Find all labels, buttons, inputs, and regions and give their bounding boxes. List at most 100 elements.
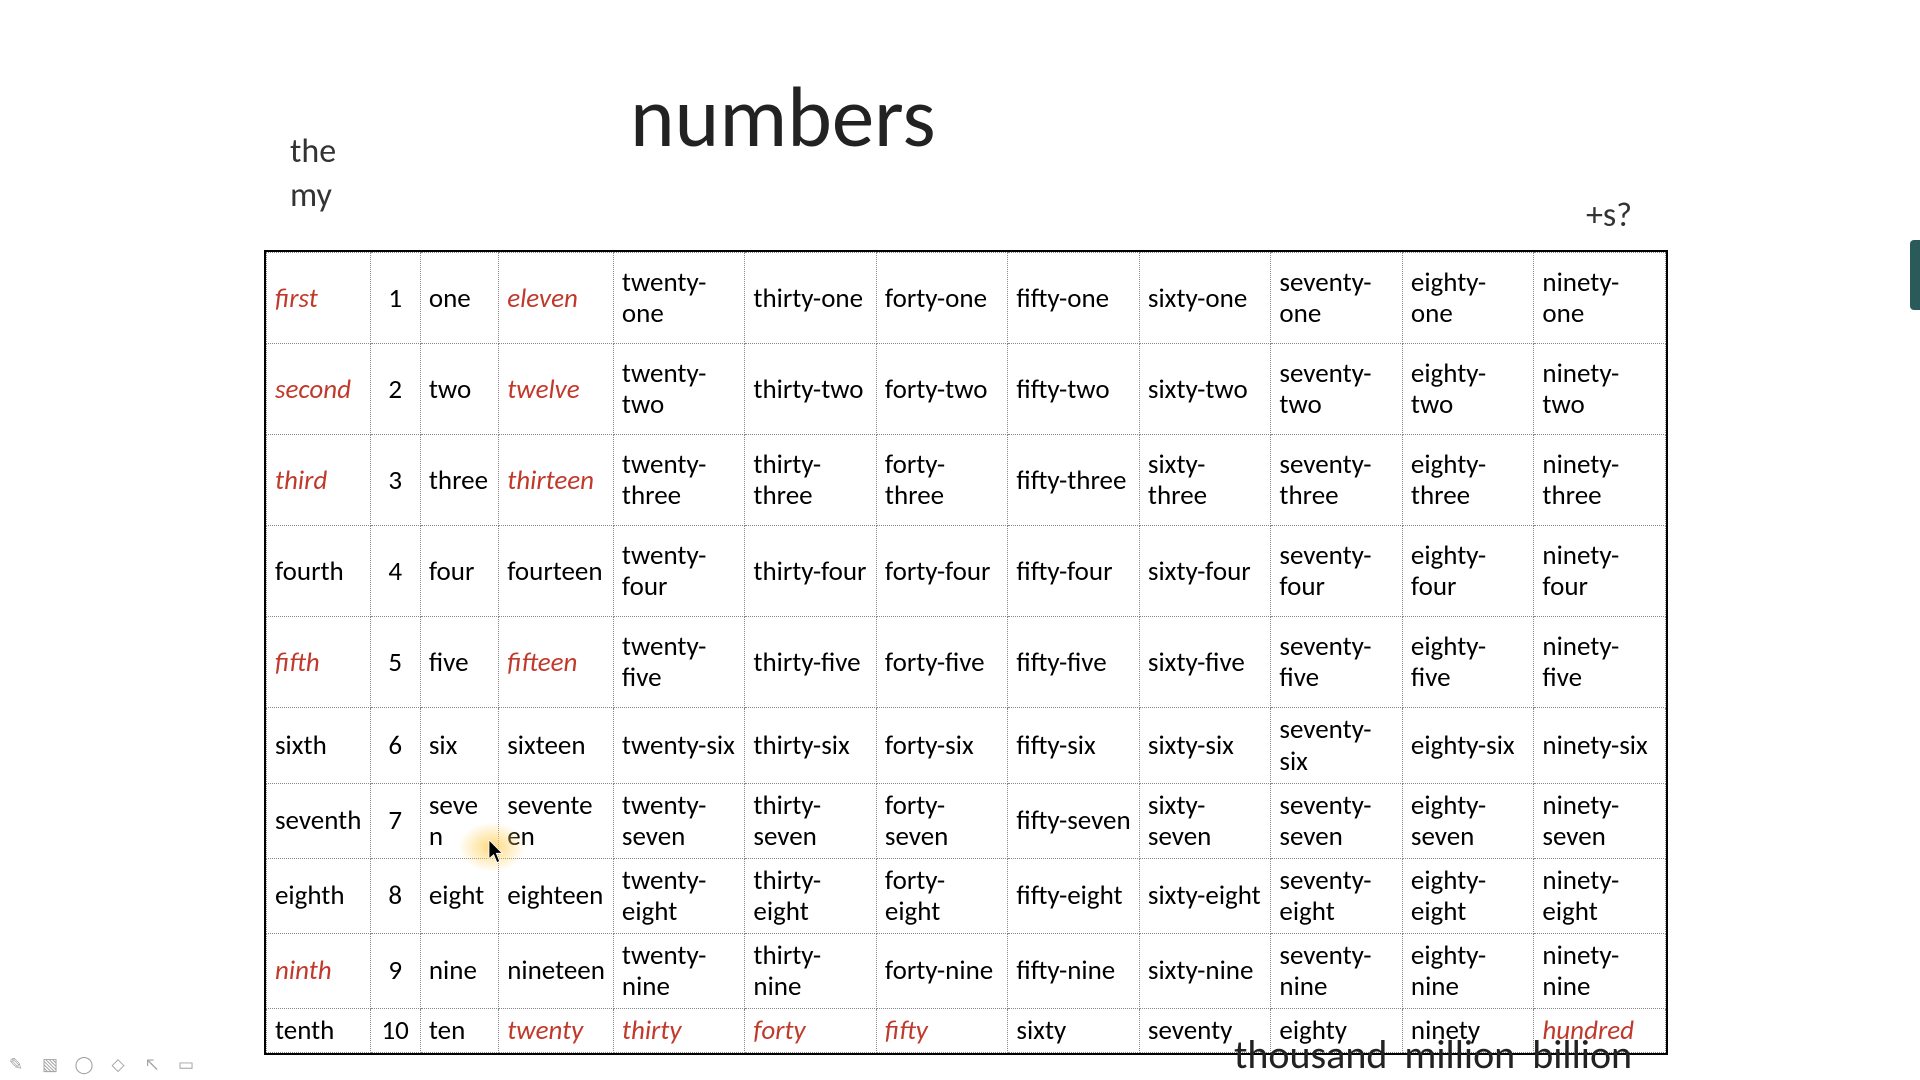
table-cell: eighty-two: [1402, 344, 1534, 435]
screen-icon[interactable]: ▭: [176, 1054, 196, 1074]
page-title: numbers: [630, 65, 936, 169]
table-cell: eighty-nine: [1402, 933, 1534, 1008]
table-cell: fourth: [267, 526, 371, 617]
table-cell: fifty: [876, 1008, 1008, 1052]
table-cell: forty-two: [876, 344, 1008, 435]
table-cell: ninety-two: [1534, 344, 1666, 435]
table-cell: 5: [370, 617, 420, 708]
table-cell: tenth: [267, 1008, 371, 1052]
table-cell: ninety-one: [1534, 253, 1666, 344]
table-cell: 10: [370, 1008, 420, 1052]
table-cell: seventy-two: [1271, 344, 1403, 435]
circle-icon[interactable]: ◯: [74, 1054, 94, 1074]
table-cell: 8: [370, 858, 420, 933]
table-cell: eighty-three: [1402, 435, 1534, 526]
table-cell: fifty-nine: [1008, 933, 1140, 1008]
table-cell: thirty-six: [745, 708, 877, 783]
table-cell: fifty-one: [1008, 253, 1140, 344]
table-cell: six: [420, 708, 498, 783]
table-cell: sixth: [267, 708, 371, 783]
table-cell: thirteen: [499, 435, 614, 526]
table-cell: ninety-four: [1534, 526, 1666, 617]
table-cell: fifty-five: [1008, 617, 1140, 708]
table-cell: eleven: [499, 253, 614, 344]
table-cell: nineteen: [499, 933, 614, 1008]
table-cell: thirty-one: [745, 253, 877, 344]
table-cell: forty: [745, 1008, 877, 1052]
table-cell: seventy-four: [1271, 526, 1403, 617]
table-cell: nine: [420, 933, 498, 1008]
slide: numbers the my +s? first1oneeleventwenty…: [0, 0, 1920, 1080]
table-cell: forty-five: [876, 617, 1008, 708]
table-cell: forty-four: [876, 526, 1008, 617]
table-cell: seventeen: [499, 783, 614, 858]
pointer-icon[interactable]: ↖: [142, 1054, 162, 1074]
table-cell: sixty-five: [1139, 617, 1271, 708]
corner-the: the: [290, 130, 336, 174]
table-cell: seven: [420, 783, 498, 858]
table-cell: sixty-six: [1139, 708, 1271, 783]
large-numbers-label: thousand million billion: [1234, 1030, 1632, 1079]
table-cell: eighty-five: [1402, 617, 1534, 708]
table-cell: 6: [370, 708, 420, 783]
table-cell: seventy-six: [1271, 708, 1403, 783]
table-cell: two: [420, 344, 498, 435]
numbers-table-wrap: first1oneeleventwenty-onethirty-oneforty…: [264, 250, 1668, 1055]
table-cell: forty-seven: [876, 783, 1008, 858]
table-row: eighth8eighteighteentwenty-eightthirty-e…: [267, 858, 1666, 933]
table-cell: seventy-nine: [1271, 933, 1403, 1008]
table-cell: sixty-nine: [1139, 933, 1271, 1008]
table-cell: thirty-seven: [745, 783, 877, 858]
table-cell: fifty-two: [1008, 344, 1140, 435]
table-cell: three: [420, 435, 498, 526]
table-cell: forty-nine: [876, 933, 1008, 1008]
table-cell: thirty-three: [745, 435, 877, 526]
table-row: first1oneeleventwenty-onethirty-oneforty…: [267, 253, 1666, 344]
table-cell: twenty-one: [613, 253, 745, 344]
table-cell: fourteen: [499, 526, 614, 617]
side-tab[interactable]: [1910, 240, 1920, 310]
table-cell: eighty-one: [1402, 253, 1534, 344]
presenter-toolbar[interactable]: ✎ ▧ ◯ ◇ ↖ ▭: [6, 1054, 196, 1074]
table-cell: thirty-four: [745, 526, 877, 617]
table-row: second2twotwelvetwenty-twothirty-twofort…: [267, 344, 1666, 435]
table-cell: forty-six: [876, 708, 1008, 783]
table-cell: 3: [370, 435, 420, 526]
table-cell: twenty-six: [613, 708, 745, 783]
table-cell: four: [420, 526, 498, 617]
table-cell: ninety-three: [1534, 435, 1666, 526]
table-cell: third: [267, 435, 371, 526]
table-cell: eighty-four: [1402, 526, 1534, 617]
table-cell: seventy-one: [1271, 253, 1403, 344]
table-row: seventh7sevenseventeentwenty-seventhirty…: [267, 783, 1666, 858]
table-cell: eighty-seven: [1402, 783, 1534, 858]
table-cell: eight: [420, 858, 498, 933]
table-cell: twenty-eight: [613, 858, 745, 933]
table-cell: sixty-four: [1139, 526, 1271, 617]
table-cell: ninety-five: [1534, 617, 1666, 708]
table-cell: ten: [420, 1008, 498, 1052]
table-cell: sixty-two: [1139, 344, 1271, 435]
table-row: fourth4fourfourteentwenty-fourthirty-fou…: [267, 526, 1666, 617]
table-cell: twenty-two: [613, 344, 745, 435]
table-cell: twelve: [499, 344, 614, 435]
table-cell: thirty-five: [745, 617, 877, 708]
pen-icon[interactable]: ✎: [6, 1054, 26, 1074]
table-cell: ninety-seven: [1534, 783, 1666, 858]
table-cell: fifteen: [499, 617, 614, 708]
table-cell: first: [267, 253, 371, 344]
plus-s-label: +s?: [1586, 195, 1632, 236]
table-cell: one: [420, 253, 498, 344]
diamond-icon[interactable]: ◇: [108, 1054, 128, 1074]
table-cell: 4: [370, 526, 420, 617]
image-icon[interactable]: ▧: [40, 1054, 60, 1074]
table-cell: ninth: [267, 933, 371, 1008]
table-cell: fifty-three: [1008, 435, 1140, 526]
table-cell: twenty: [499, 1008, 614, 1052]
table-cell: ninety-eight: [1534, 858, 1666, 933]
table-row: third3threethirteentwenty-threethirty-th…: [267, 435, 1666, 526]
table-cell: fifth: [267, 617, 371, 708]
table-cell: sixteen: [499, 708, 614, 783]
table-cell: 2: [370, 344, 420, 435]
table-cell: seventy-seven: [1271, 783, 1403, 858]
